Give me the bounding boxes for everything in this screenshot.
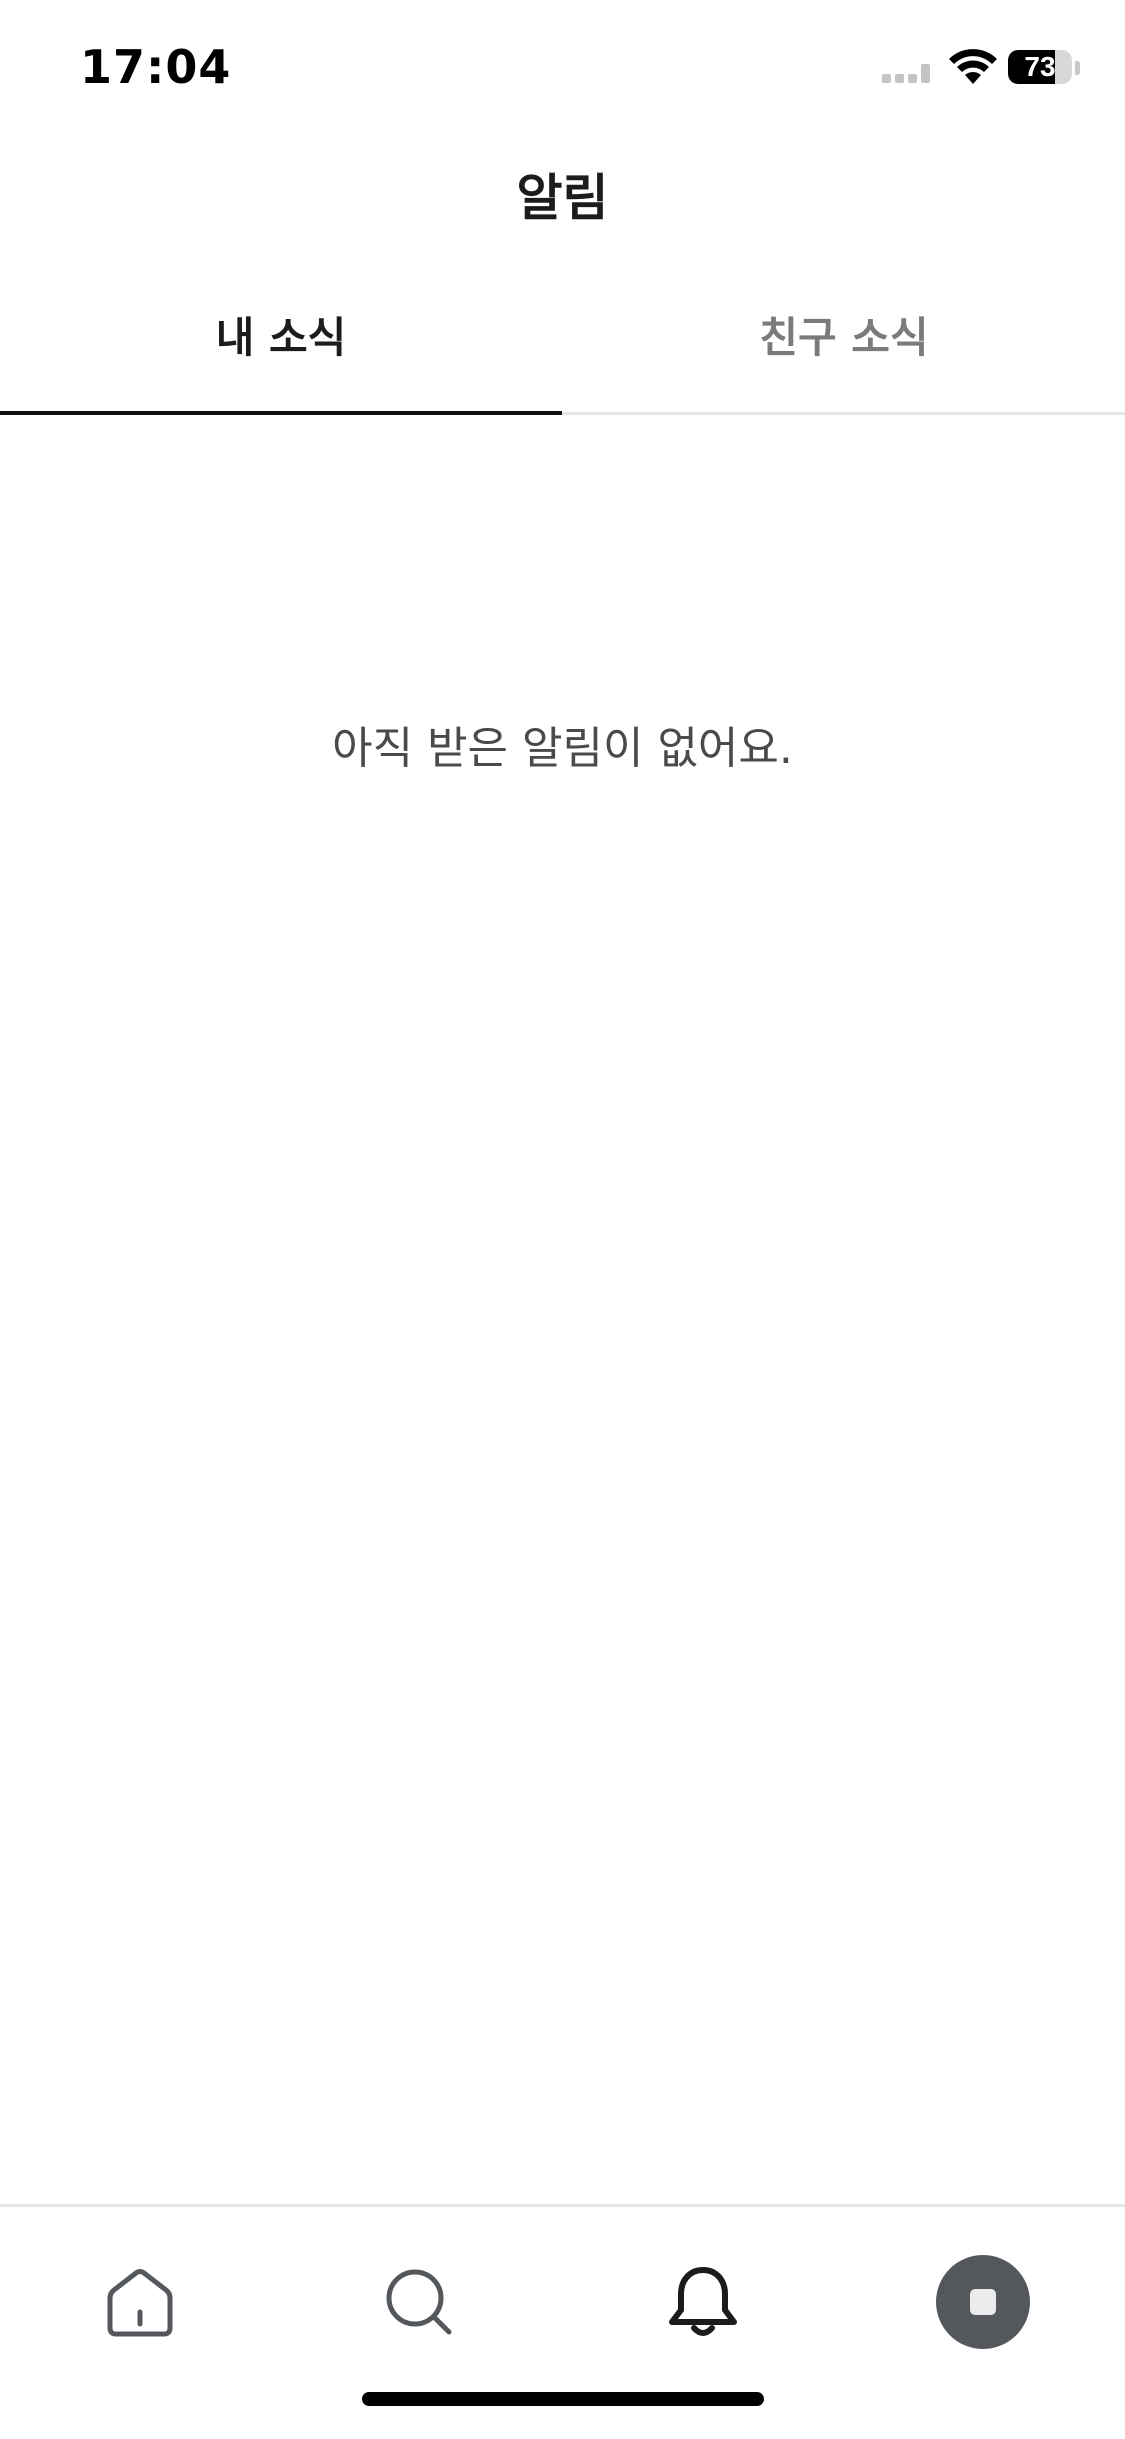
battery-level-text: 73 [1024,51,1056,82]
home-icon [107,2269,173,2337]
nav-profile-button[interactable] [928,2247,1038,2357]
battery-icon: 73 [1008,48,1082,88]
status-bar: 17:04 73 [0,0,1125,140]
avatar-placeholder-icon [970,2289,996,2315]
page-title: 알림 [516,169,609,227]
home-indicator [362,2392,764,2406]
status-time: 17:04 [80,40,232,94]
nav-search-button[interactable] [364,2247,474,2357]
avatar [936,2255,1030,2349]
tab-selected-indicator [0,411,562,415]
cellular-signal-icon [882,64,930,83]
empty-state-message: 아직 받은 알림이 없어요. [332,723,793,774]
search-icon [386,2269,452,2335]
nav-notifications-button[interactable] [648,2247,758,2357]
nav-home-button[interactable] [85,2247,195,2357]
tab-friends-news[interactable]: 친구 소식 [563,290,1125,412]
tab-bar: 내 소식 친구 소식 [0,290,1125,415]
bell-icon [669,2267,737,2336]
wifi-icon [949,49,997,84]
tab-my-news[interactable]: 내 소식 [0,290,562,412]
